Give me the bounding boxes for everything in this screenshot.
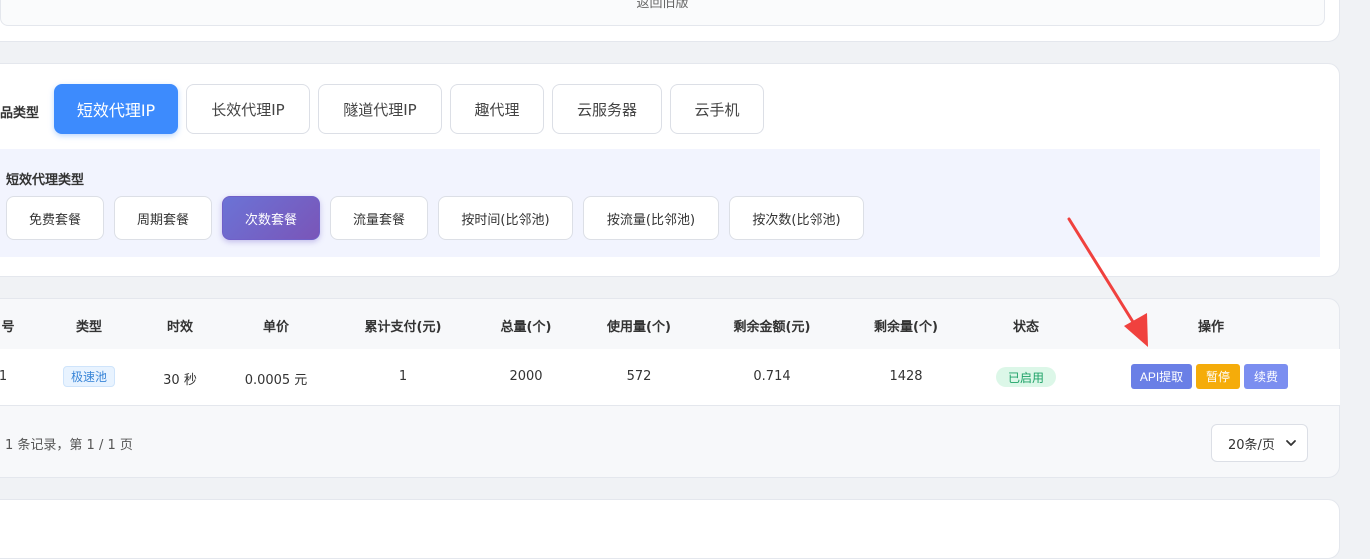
tab-qu-proxy[interactable]: 趣代理 bbox=[450, 84, 544, 134]
tab-cloud-phone[interactable]: 云手机 bbox=[670, 84, 764, 134]
cell-remaining: 1428 bbox=[889, 369, 923, 384]
sub-type-label: 短效代理类型 bbox=[6, 173, 85, 188]
sub-tab-by-count-pool[interactable]: 按次数(比邻池) bbox=[729, 196, 864, 240]
back-old-version-button[interactable]: 返回旧版 bbox=[0, 0, 1325, 26]
cell-unit-price: 0.0005 元 bbox=[244, 373, 308, 388]
tab-cloud-server[interactable]: 云服务器 bbox=[552, 84, 662, 134]
tab-label: 趣代理 bbox=[474, 100, 520, 119]
sub-tab-label: 次数套餐 bbox=[244, 212, 297, 228]
sub-tab-free-plan[interactable]: 免费套餐 bbox=[6, 196, 104, 240]
pagination-summary: 1 条记录，第 1 / 1 页 bbox=[5, 438, 133, 453]
status-badge: 已启用 bbox=[996, 367, 1056, 387]
col-header-remaining-amount: 剩余金额(元) bbox=[733, 320, 811, 335]
col-header-duration: 时效 bbox=[166, 320, 194, 335]
sub-tab-label: 流量套餐 bbox=[352, 212, 405, 228]
tab-label: 长效代理IP bbox=[211, 100, 285, 119]
sub-tab-label: 按流量(比邻池) bbox=[606, 212, 696, 228]
sub-tab-period-plan[interactable]: 周期套餐 bbox=[114, 196, 212, 240]
sub-tab-label: 按时间(比邻池) bbox=[461, 212, 550, 228]
cell-total: 2000 bbox=[509, 369, 543, 384]
sub-tab-by-traffic-pool[interactable]: 按流量(比邻池) bbox=[583, 196, 719, 240]
api-extract-label: API提取 bbox=[1139, 370, 1184, 384]
sub-tab-traffic-plan[interactable]: 流量套餐 bbox=[330, 196, 428, 240]
tab-label: 短效代理IP bbox=[76, 101, 156, 120]
sub-tab-label: 免费套餐 bbox=[28, 212, 81, 228]
col-header-type: 类型 bbox=[75, 320, 103, 335]
page-size-select[interactable]: 20条/页 bbox=[1211, 424, 1308, 462]
bottom-card bbox=[0, 499, 1340, 559]
pause-label: 暂停 bbox=[1205, 370, 1230, 384]
api-extract-button[interactable]: API提取 bbox=[1131, 364, 1192, 389]
cell-remaining-amount: 0.714 bbox=[753, 369, 791, 384]
cell-total-paid: 1 bbox=[398, 369, 408, 384]
tab-tunnel-proxy-ip[interactable]: 隧道代理IP bbox=[318, 84, 442, 134]
col-header-total: 总量(个) bbox=[500, 320, 552, 335]
col-header-total-paid: 累计支付(元) bbox=[364, 320, 442, 335]
tab-long-proxy-ip[interactable]: 长效代理IP bbox=[186, 84, 310, 134]
back-old-version-label: 返回旧版 bbox=[636, 0, 689, 11]
page-size-value: 20条/页 bbox=[1228, 437, 1275, 453]
sub-tab-by-time-pool[interactable]: 按时间(比邻池) bbox=[438, 196, 573, 240]
cell-used: 572 bbox=[626, 369, 652, 384]
type-tag: 极速池 bbox=[63, 366, 115, 387]
sub-tab-label: 按次数(比邻池) bbox=[752, 212, 841, 228]
type-tag-label: 极速池 bbox=[70, 370, 107, 384]
cell-id: 1 bbox=[0, 369, 8, 384]
cell-duration: 30 秒 bbox=[163, 373, 197, 388]
renew-button[interactable]: 续费 bbox=[1244, 364, 1288, 389]
product-type-label: 品类型 bbox=[0, 106, 40, 121]
col-header-used: 使用量(个) bbox=[607, 320, 671, 335]
status-badge-label: 已启用 bbox=[1007, 370, 1044, 385]
sub-tab-label: 周期套餐 bbox=[136, 212, 189, 228]
chevron-down-icon bbox=[1285, 434, 1297, 455]
col-header-status: 状态 bbox=[1012, 320, 1040, 335]
tab-label: 云手机 bbox=[694, 100, 740, 119]
col-header-unit-price: 单价 bbox=[262, 320, 290, 335]
tab-short-proxy-ip[interactable]: 短效代理IP bbox=[54, 84, 178, 134]
sub-tab-count-plan[interactable]: 次数套餐 bbox=[222, 196, 320, 240]
col-header-id: 号 bbox=[1, 320, 15, 335]
tab-label: 隧道代理IP bbox=[343, 100, 417, 119]
pause-button[interactable]: 暂停 bbox=[1196, 364, 1240, 389]
col-header-remaining: 剩余量(个) bbox=[874, 320, 938, 335]
tab-label: 云服务器 bbox=[576, 100, 637, 119]
renew-label: 续费 bbox=[1253, 370, 1278, 384]
col-header-actions: 操作 bbox=[1197, 320, 1225, 335]
